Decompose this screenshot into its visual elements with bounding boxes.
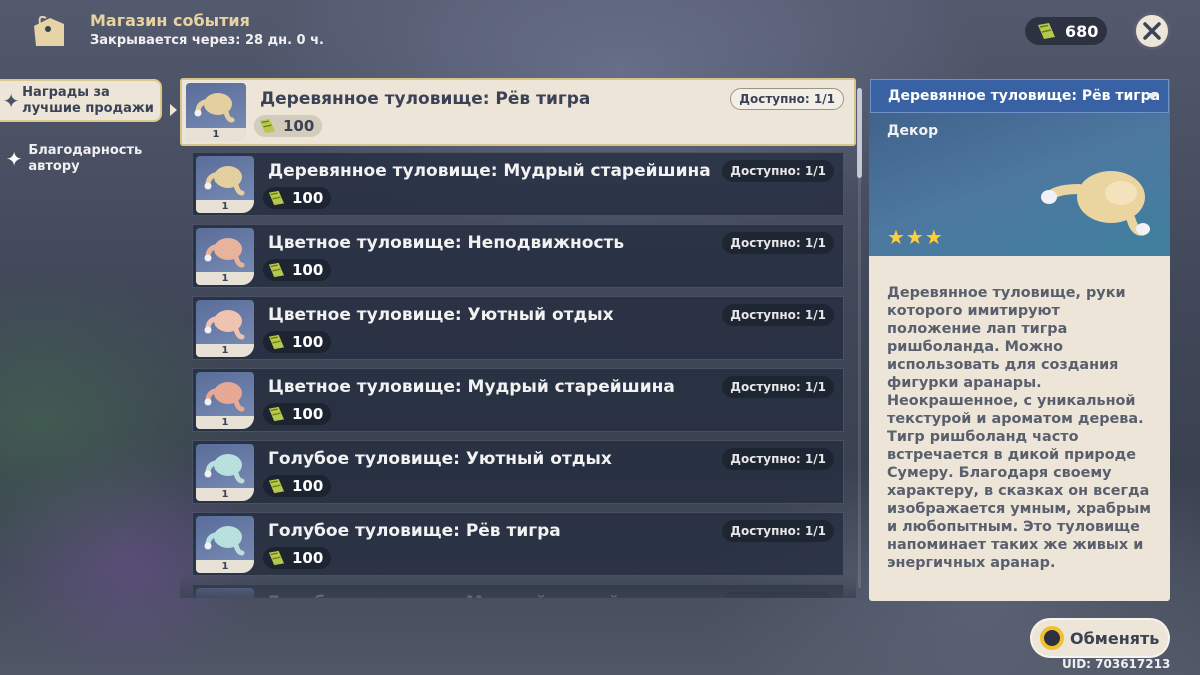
item-name: Цветное туловище: Уютный отдых xyxy=(268,305,614,325)
ticket-icon xyxy=(268,334,284,350)
detail-header: Деревянное туловище: Рёв тигра Декор ★★★ xyxy=(869,79,1170,256)
user-uid: UID: 703617213 xyxy=(1062,657,1171,671)
availability-badge: Доступно: 1/1 xyxy=(722,520,834,542)
item-price: 100 xyxy=(254,115,323,137)
close-button[interactable] xyxy=(1133,12,1171,50)
detail-description: Деревянное туловище, руки которого имити… xyxy=(869,256,1170,601)
item-thumbnail: 1 xyxy=(196,228,254,285)
body-figurine-icon xyxy=(204,526,245,556)
ticket-icon xyxy=(268,478,284,494)
item-detail-panel: Деревянное туловище: Рёв тигра Декор ★★★… xyxy=(869,78,1170,601)
body-figurine-icon xyxy=(204,238,245,268)
availability-badge: Доступно: 1/1 xyxy=(722,448,834,470)
rarity-stars: ★★★ xyxy=(887,225,944,249)
item-thumbnail: 1 xyxy=(186,83,246,141)
sidebar-item-label: Благодарность автору xyxy=(28,143,143,174)
sparkle-icon: ✦ xyxy=(5,147,23,171)
exchange-label: Обменять xyxy=(1070,628,1160,648)
exchange-button[interactable]: Обменять xyxy=(1030,618,1170,658)
item-thumbnail: 1 xyxy=(196,156,254,213)
item-thumbnail: 1 xyxy=(196,372,254,429)
ticket-icon xyxy=(268,262,284,278)
item-quantity: 1 xyxy=(196,200,254,213)
item-quantity: 1 xyxy=(186,128,246,141)
body-figurine-icon xyxy=(204,454,245,484)
item-quantity: 1 xyxy=(196,272,254,285)
shop-item-row[interactable]: 1 Цветное туловище: Уютный отдых 100 Доступ… xyxy=(192,296,844,360)
item-name: Деревянное туловище: Рёв тигра xyxy=(260,89,591,109)
body-figurine-icon xyxy=(194,93,235,123)
body-figurine-icon xyxy=(204,310,245,340)
item-price-value: 100 xyxy=(283,117,315,135)
currency-amount: 680 xyxy=(1065,21,1099,41)
item-price: 100 xyxy=(263,331,332,353)
item-price-value: 100 xyxy=(292,261,324,279)
selection-arrow-icon xyxy=(170,104,177,116)
ticket-icon xyxy=(259,118,275,134)
item-thumbnail: 1 xyxy=(196,300,254,357)
item-price: 100 xyxy=(263,259,332,281)
ticket-icon xyxy=(268,550,284,566)
ticket-icon xyxy=(268,406,284,422)
availability-badge: Доступно: 1/1 xyxy=(730,88,844,110)
body-figurine-icon xyxy=(204,166,245,196)
scrollbar-thumb[interactable] xyxy=(857,88,862,178)
item-price-value: 100 xyxy=(292,405,324,423)
body-figurine-icon xyxy=(204,382,245,412)
item-price-value: 100 xyxy=(292,189,324,207)
shop-tag-icon xyxy=(28,12,70,52)
ticket-icon xyxy=(1038,23,1055,39)
shop-item-row[interactable]: 1 Голубое туловище: Уютный отдых 100 Доступ… xyxy=(192,440,844,504)
confirm-ring-icon xyxy=(1040,626,1064,650)
item-quantity: 1 xyxy=(196,488,254,501)
detail-title: Деревянное туловище: Рёв тигра xyxy=(870,79,1169,113)
shop-title: Магазин события xyxy=(90,11,250,30)
availability-badge: Доступно: 1/1 xyxy=(722,376,834,398)
shop-close-timer: Закрывается через: 28 дн. 0 ч. xyxy=(90,33,324,48)
sidebar-item-author-thanks[interactable]: ✦ Благодарность автору xyxy=(0,139,162,179)
shop-item-list[interactable]: 1 Деревянное туловище: Рёв тигра 100 Доступ… xyxy=(180,76,856,598)
detail-type: Декор xyxy=(887,123,939,139)
item-thumbnail: 1 xyxy=(196,516,254,573)
item-price: 100 xyxy=(263,403,332,425)
availability-badge: Доступно: 1/1 xyxy=(722,160,834,182)
sidebar-item-label: Награды за лучшие продажи xyxy=(22,84,154,116)
item-name: Цветное туловище: Неподвижность xyxy=(268,233,625,253)
item-quantity: 1 xyxy=(196,560,254,573)
item-quantity: 1 xyxy=(196,344,254,357)
shop-item-row[interactable]: 1 Цветное туловище: Неподвижность 100 Досту… xyxy=(192,224,844,288)
item-price-value: 100 xyxy=(292,333,324,351)
list-fade-overlay xyxy=(180,574,856,598)
sparkle-icon: ✦ xyxy=(2,88,20,113)
item-name: Голубое туловище: Уютный отдых xyxy=(268,449,612,469)
close-icon xyxy=(1143,22,1161,40)
item-price-value: 100 xyxy=(292,549,324,567)
availability-badge: Доступно: 1/1 xyxy=(722,232,834,254)
item-name: Цветное туловище: Мудрый старейшина xyxy=(268,377,675,397)
body-figurine-image xyxy=(1041,171,1150,236)
item-price-value: 100 xyxy=(292,477,324,495)
item-name: Голубое туловище: Рёв тигра xyxy=(268,521,561,541)
sidebar-item-best-sellers[interactable]: ✦ Награды за лучшие продажи xyxy=(0,79,162,122)
item-price: 100 xyxy=(263,475,332,497)
item-price: 100 xyxy=(263,547,332,569)
shop-item-row[interactable]: 1 Цветное туловище: Мудрый старейшина 100 Д… xyxy=(192,368,844,432)
ticket-icon xyxy=(268,190,284,206)
shop-item-row[interactable]: 1 Голубое туловище: Рёв тигра 100 Доступно:… xyxy=(192,512,844,576)
shop-item-row[interactable]: 1 Деревянное туловище: Рёв тигра 100 Доступ… xyxy=(180,78,856,146)
item-name: Деревянное туловище: Мудрый старейшина xyxy=(268,161,711,181)
item-price: 100 xyxy=(263,187,332,209)
item-thumbnail: 1 xyxy=(196,444,254,501)
item-quantity: 1 xyxy=(196,416,254,429)
availability-badge: Доступно: 1/1 xyxy=(722,304,834,326)
currency-counter: 680 xyxy=(1025,17,1107,45)
shop-item-row[interactable]: 1 Деревянное туловище: Мудрый старейшина 1… xyxy=(192,152,844,216)
